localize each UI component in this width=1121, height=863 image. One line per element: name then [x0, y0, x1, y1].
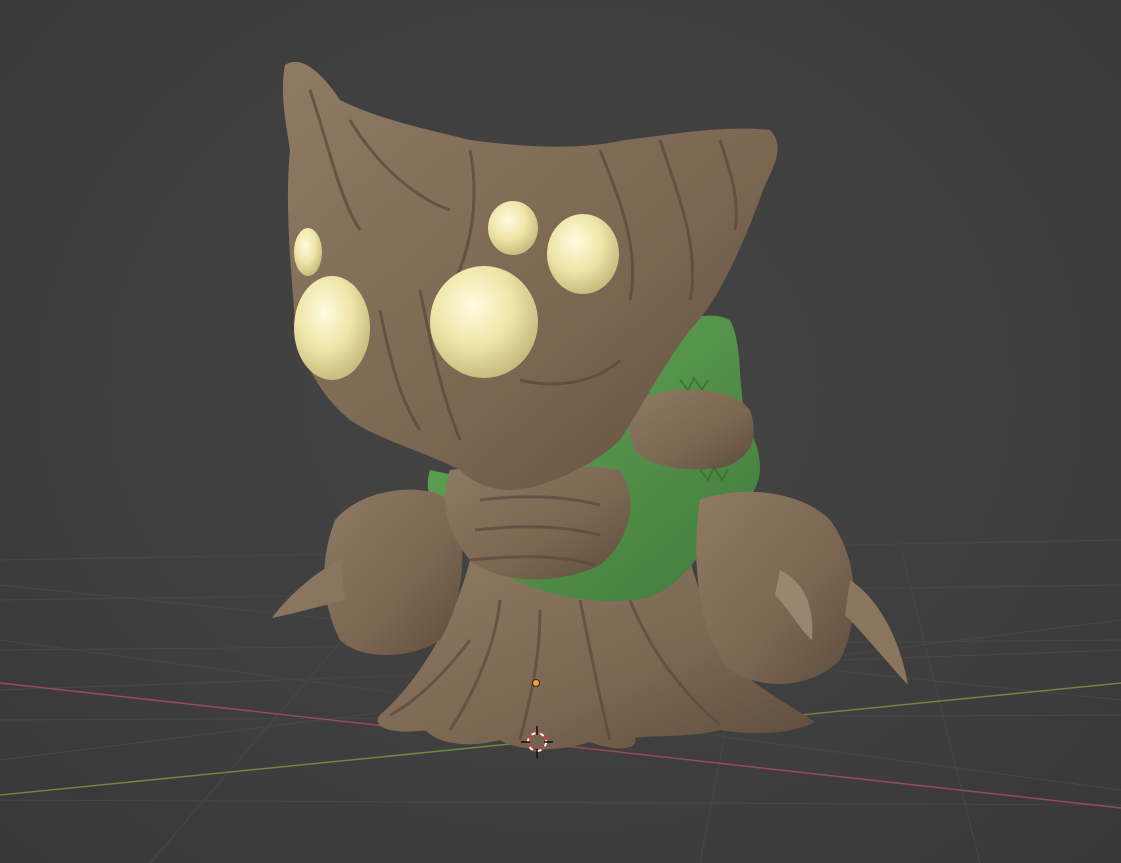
- sculpt-object[interactable]: [272, 61, 908, 750]
- right-shoulder-rock[interactable]: [628, 389, 754, 470]
- 3d-viewport[interactable]: [0, 0, 1121, 863]
- eye-right-medium: [547, 214, 619, 294]
- eye-top-small: [488, 201, 538, 255]
- object-origin-icon[interactable]: [532, 679, 540, 687]
- right-arm[interactable]: [696, 491, 854, 684]
- left-arm[interactable]: [324, 489, 463, 655]
- eye-center-large: [430, 266, 538, 378]
- right-claw-outer[interactable]: [845, 580, 908, 685]
- viewport-canvas[interactable]: [0, 0, 1121, 863]
- eye-left-large: [294, 276, 370, 380]
- eye-left-small: [294, 228, 322, 276]
